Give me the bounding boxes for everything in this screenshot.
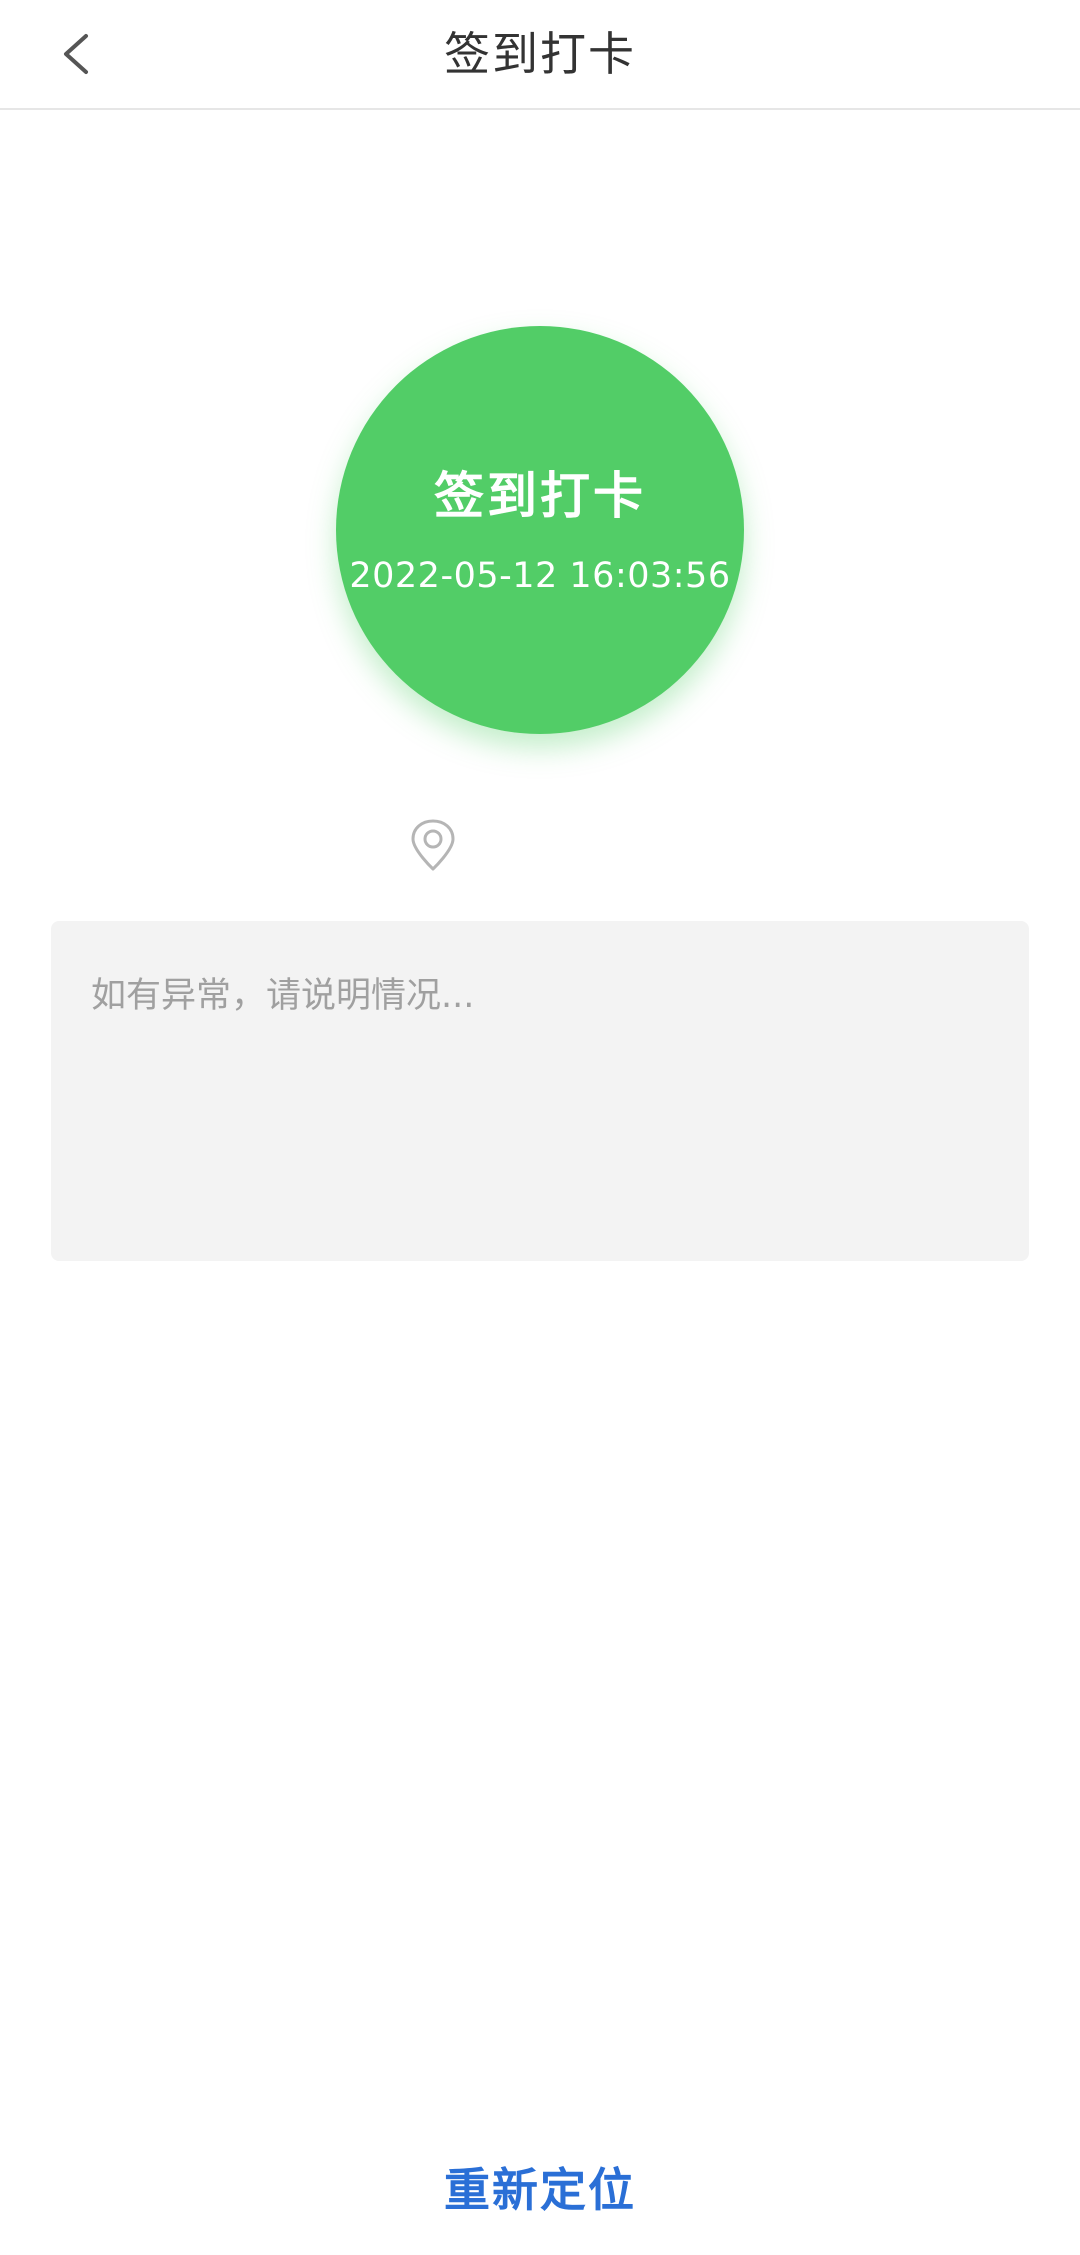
location-pin-icon [408, 818, 458, 872]
checkin-button[interactable]: 签到打卡 2022-05-12 16:03:56 [336, 326, 744, 734]
page-title: 签到打卡 [444, 27, 636, 81]
checkin-time: 2022-05-12 16:03:56 [349, 556, 731, 596]
header-bar: 签到打卡 [0, 0, 1080, 110]
checkin-title: 签到打卡 [434, 467, 646, 525]
remark-input[interactable] [51, 921, 1029, 1261]
relocate-button[interactable]: 重新定位 [0, 2150, 1080, 2230]
